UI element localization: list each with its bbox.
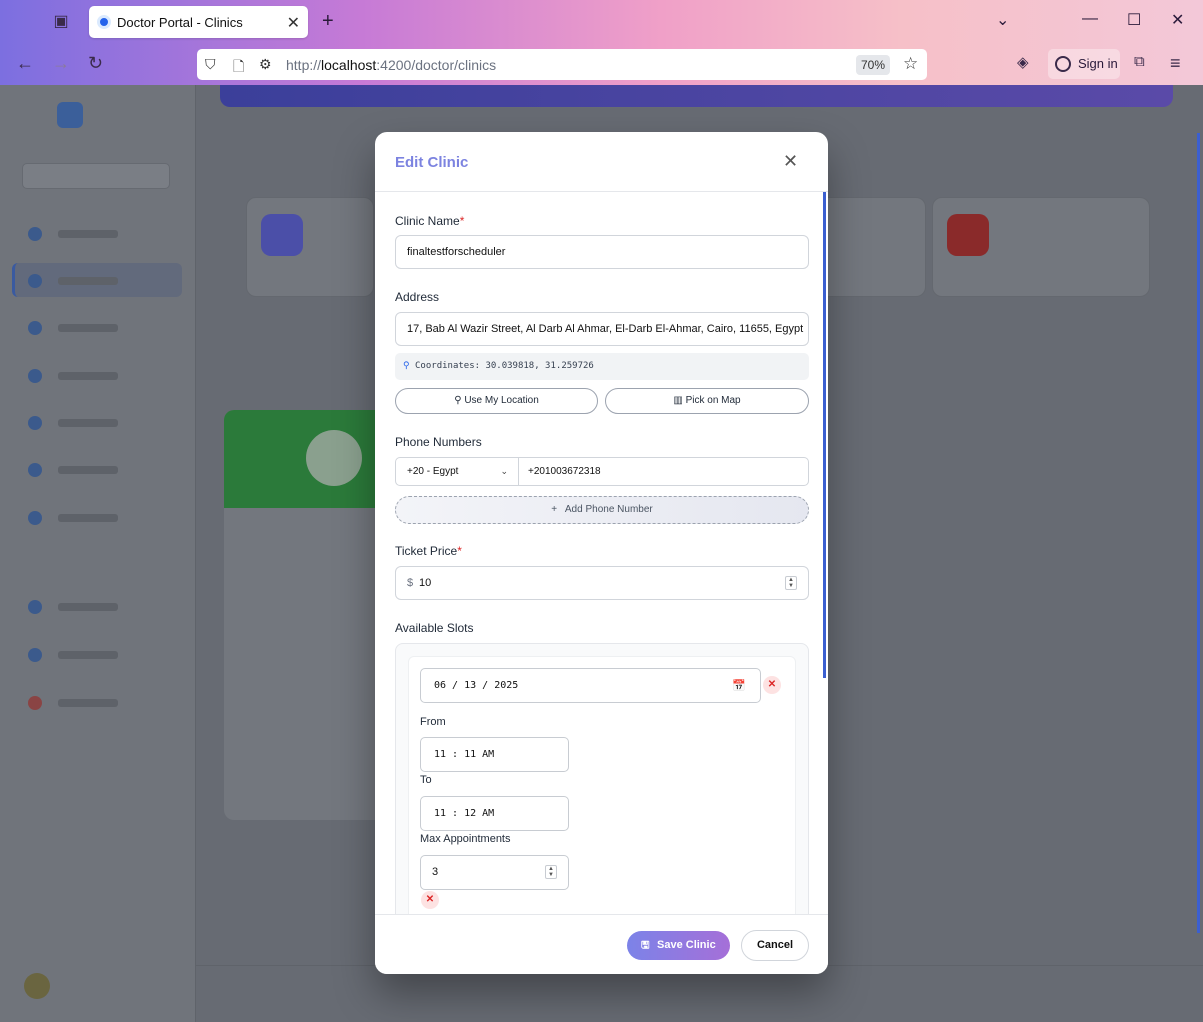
sidebar-item (28, 416, 178, 430)
from-label: From (420, 716, 446, 728)
max-appointments-label: Max Appointments (420, 833, 511, 845)
sidebar-item (28, 369, 178, 383)
stat-card (246, 197, 374, 297)
sidebar-item (28, 274, 178, 288)
slots-container: 06 / 13 / 2025 📅 ✕ From 11 : 11 AM To 11 … (395, 643, 809, 914)
back-icon[interactable]: ← (16, 53, 34, 74)
modal-header: Edit Clinic ✕ (375, 132, 828, 192)
save-clinic-button[interactable]: 🖫 Save Clinic (627, 931, 730, 960)
menu-icon[interactable]: ≡ (1170, 53, 1181, 74)
sign-in-button[interactable]: Sign in (1048, 49, 1120, 79)
phone-number-input[interactable]: +201003672318 (528, 458, 601, 485)
address-label: Address (395, 290, 440, 304)
address-input[interactable]: 17, Bab Al Wazir Street, Al Darb Al Ahma… (395, 312, 809, 346)
pocket-icon[interactable]: ◈ (1017, 53, 1029, 71)
address-bar[interactable]: ⛉ 🗋 ⚙ http://localhost:4200/doctor/clini… (197, 49, 927, 80)
currency-symbol: $ (407, 577, 414, 589)
to-time-input[interactable]: 11 : 12 AM (420, 796, 569, 831)
calendar-icon[interactable]: 📅 (732, 669, 746, 702)
location-pin-icon: ⚲ (454, 395, 462, 406)
number-stepper-icon[interactable]: ▲ ▼ (785, 576, 797, 590)
plus-icon: + (551, 504, 558, 515)
remove-date-button[interactable]: ✕ (763, 676, 781, 694)
modal-footer: 🖫 Save Clinic Cancel (375, 914, 828, 974)
sidebar-item (28, 600, 178, 614)
account-icon (1055, 56, 1071, 72)
page-icon[interactable]: 🗋 (233, 56, 244, 80)
tab-list-chevron-icon[interactable]: ⌄ (996, 10, 1009, 30)
browser-chrome: ▣ Doctor Portal - Clinics ✕ + ⌄ — ☐ ✕ ← … (0, 0, 1203, 85)
slot-card: 06 / 13 / 2025 📅 ✕ From 11 : 11 AM To 11 … (408, 656, 796, 914)
modal-scrollbar[interactable] (823, 192, 826, 678)
clinic-name-label: Clinic Name* (395, 214, 465, 228)
close-icon[interactable]: ✕ (783, 151, 798, 172)
avatar (24, 973, 50, 999)
stat-card (828, 197, 926, 297)
sidebar-item (28, 696, 178, 710)
pin-icon: ⚲ (403, 361, 410, 371)
extensions-icon[interactable]: ⧉ (1134, 53, 1145, 70)
ticket-price-label: Ticket Price* (395, 544, 462, 558)
tab-bar: ▣ Doctor Portal - Clinics ✕ + ⌄ — ☐ ✕ (0, 0, 1203, 43)
sidebar-item (28, 648, 178, 662)
browser-tab[interactable]: Doctor Portal - Clinics ✕ (89, 6, 308, 38)
phone-row: +20 - Egypt ⌄ +201003672318 (395, 457, 809, 486)
modal-body: Clinic Name* finaltestforscheduler Addre… (375, 192, 828, 914)
available-slots-label: Available Slots (395, 621, 474, 635)
tab-title: Doctor Portal - Clinics (117, 15, 243, 30)
reload-icon[interactable]: ↻ (88, 53, 103, 74)
sidebar-item (28, 511, 178, 525)
header-banner (220, 85, 1173, 107)
ticket-price-input[interactable]: $ 10 ▲ ▼ (395, 566, 809, 600)
use-my-location-button[interactable]: ⚲ Use My Location (395, 388, 598, 414)
max-appointments-input[interactable]: 3 ▲ ▼ (420, 855, 569, 890)
modal-title: Edit Clinic (395, 154, 469, 171)
number-stepper-icon[interactable]: ▲ ▼ (545, 865, 557, 879)
favicon-icon (97, 15, 111, 29)
url-text[interactable]: http://localhost:4200/doctor/clinics (286, 57, 496, 73)
zoom-level[interactable]: 70% (856, 55, 890, 75)
new-tab-icon[interactable]: + (322, 10, 334, 33)
maximize-icon[interactable]: ☐ (1127, 10, 1141, 30)
slot-date-input[interactable]: 06 / 13 / 2025 📅 (420, 668, 761, 703)
save-icon: 🖫 (641, 940, 650, 951)
country-code-select[interactable]: +20 - Egypt ⌄ (396, 458, 519, 485)
sidebar-item (28, 321, 178, 335)
sidebar-item (28, 463, 178, 477)
edit-clinic-modal: Edit Clinic ✕ Clinic Name* finaltestfors… (375, 132, 828, 974)
permissions-icon[interactable]: ⚙ (259, 56, 272, 73)
add-phone-number-button[interactable]: + Add Phone Number (395, 496, 809, 524)
sidebar (0, 85, 196, 1022)
ticket-price-value[interactable]: 10 (419, 567, 431, 599)
nav-bar: ← → ↻ ⛉ 🗋 ⚙ http://localhost:4200/doctor… (0, 43, 1203, 85)
sidebar-search (22, 163, 170, 189)
pick-on-map-button[interactable]: ▥ Pick on Map (605, 388, 809, 414)
clinic-card (224, 410, 394, 820)
bookmark-star-icon[interactable]: ☆ (903, 54, 918, 74)
clinic-name-input[interactable]: finaltestforscheduler (395, 235, 809, 269)
close-tab-icon[interactable]: ✕ (287, 13, 300, 33)
cancel-button[interactable]: Cancel (741, 930, 809, 961)
page-scrollbar[interactable] (1197, 133, 1200, 933)
to-label: To (420, 774, 432, 786)
from-time-input[interactable]: 11 : 11 AM (420, 737, 569, 772)
close-window-icon[interactable]: ✕ (1171, 10, 1184, 30)
portal-logo (57, 102, 83, 128)
tab-groups-icon[interactable]: ▣ (50, 11, 72, 31)
sidebar-item (28, 227, 178, 241)
shield-icon[interactable]: ⛉ (205, 56, 216, 73)
minimize-icon[interactable]: — (1082, 10, 1098, 28)
remove-slot-button[interactable]: ✕ (421, 891, 439, 909)
forward-icon[interactable]: → (52, 53, 70, 74)
map-icon: ▥ (673, 395, 683, 406)
coordinates-display: ⚲ Coordinates: 30.039818, 31.259726 (395, 353, 809, 380)
chevron-down-icon: ⌄ (500, 466, 508, 476)
clinic-card-banner (224, 410, 394, 508)
stat-card (932, 197, 1150, 297)
phone-numbers-label: Phone Numbers (395, 435, 482, 449)
